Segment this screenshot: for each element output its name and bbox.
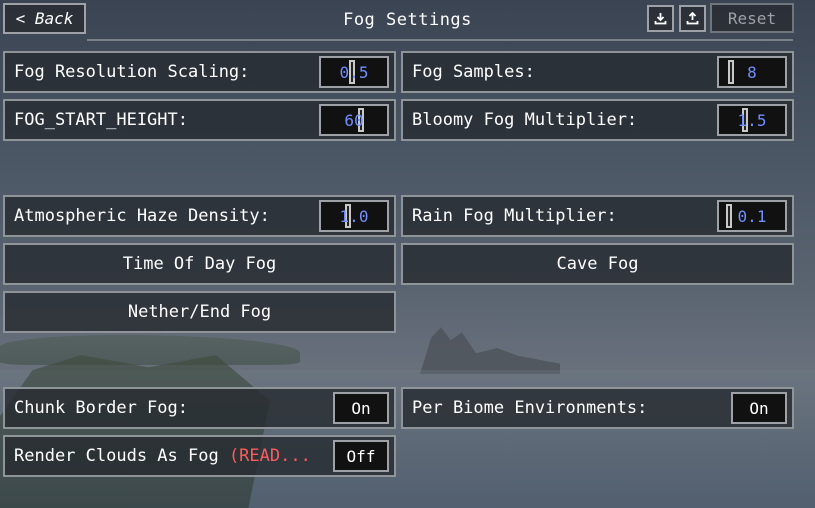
cave-fog-button[interactable]: Cave Fog xyxy=(401,243,794,285)
fog-resolution-scaling-slider[interactable]: 0.5 xyxy=(319,56,389,88)
bloomy-fog-multiplier-option[interactable]: Bloomy Fog Multiplier: 1.5 xyxy=(401,99,794,141)
cave-fog-label: Cave Fog xyxy=(556,254,639,274)
atmospheric-haze-density-option[interactable]: Atmospheric Haze Density: 1.0 xyxy=(3,195,396,237)
fog-resolution-scaling-option[interactable]: Fog Resolution Scaling: 0.5 xyxy=(3,51,396,93)
header-divider xyxy=(87,39,793,41)
time-of-day-fog-label: Time Of Day Fog xyxy=(122,254,277,274)
render-clouds-as-fog-option[interactable]: Render Clouds As Fog (READ... Off xyxy=(3,435,396,477)
rain-fog-multiplier-value: 0.1 xyxy=(737,206,767,226)
chunk-border-fog-option[interactable]: Chunk Border Fog: On xyxy=(3,387,396,429)
fog-samples-option[interactable]: Fog Samples: 8 xyxy=(401,51,794,93)
nether-end-fog-button[interactable]: Nether/End Fog xyxy=(3,291,396,333)
atmospheric-haze-density-label: Atmospheric Haze Density: xyxy=(14,206,270,226)
render-clouds-as-fog-toggle[interactable]: Off xyxy=(333,440,389,472)
fog-start-height-label: FOG_START_HEIGHT: xyxy=(14,110,188,130)
rain-fog-multiplier-slider[interactable]: 0.1 xyxy=(717,200,787,232)
atmospheric-haze-density-slider[interactable]: 1.0 xyxy=(319,200,389,232)
slider-knob[interactable] xyxy=(726,204,732,228)
render-clouds-as-fog-label-text: Render Clouds As Fog xyxy=(14,446,229,466)
chunk-border-fog-label: Chunk Border Fog: xyxy=(14,398,188,418)
fog-start-height-value: 60 xyxy=(344,110,364,130)
reset-button[interactable]: Reset xyxy=(710,3,794,33)
fog-resolution-scaling-value: 0.5 xyxy=(339,62,369,82)
fog-samples-slider[interactable]: 8 xyxy=(717,56,787,88)
download-icon[interactable] xyxy=(647,5,674,32)
fog-start-height-option[interactable]: FOG_START_HEIGHT: 60 xyxy=(3,99,396,141)
render-clouds-as-fog-label: Render Clouds As Fog (READ... xyxy=(5,446,311,466)
slider-knob[interactable] xyxy=(728,60,734,84)
download-icon-glyph xyxy=(654,13,667,25)
background-rock-formation xyxy=(420,327,560,374)
bloomy-fog-multiplier-slider[interactable]: 1.5 xyxy=(717,104,787,136)
background-island xyxy=(0,355,270,508)
per-biome-environments-toggle[interactable]: On xyxy=(731,392,787,424)
fog-resolution-scaling-label: Fog Resolution Scaling: xyxy=(14,62,250,82)
per-biome-environments-label: Per Biome Environments: xyxy=(412,398,648,418)
atmospheric-haze-density-value: 1.0 xyxy=(339,206,369,226)
per-biome-environments-option[interactable]: Per Biome Environments: On xyxy=(401,387,794,429)
rain-fog-multiplier-option[interactable]: Rain Fog Multiplier: 0.1 xyxy=(401,195,794,237)
rain-fog-multiplier-label: Rain Fog Multiplier: xyxy=(412,206,617,226)
bloomy-fog-multiplier-value: 1.5 xyxy=(737,110,767,130)
fog-samples-label: Fog Samples: xyxy=(412,62,535,82)
fog-start-height-slider[interactable]: 60 xyxy=(319,104,389,136)
nether-end-fog-label: Nether/End Fog xyxy=(127,302,272,322)
upload-icon-glyph xyxy=(686,12,699,25)
upload-icon[interactable] xyxy=(679,5,706,32)
background-distant-island xyxy=(0,335,300,365)
fog-samples-value: 8 xyxy=(747,62,757,82)
render-clouds-as-fog-warning: (READ... xyxy=(228,446,311,466)
bloomy-fog-multiplier-label: Bloomy Fog Multiplier: xyxy=(412,110,638,130)
time-of-day-fog-button[interactable]: Time Of Day Fog xyxy=(3,243,396,285)
chunk-border-fog-toggle[interactable]: On xyxy=(333,392,389,424)
header: < Back Fog Settings Reset xyxy=(0,0,815,41)
